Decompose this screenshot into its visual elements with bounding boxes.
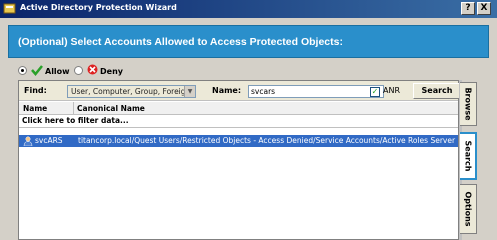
checkmark-icon <box>31 65 43 76</box>
help-button[interactable]: ? <box>461 2 475 15</box>
tab-browse-label: Browse <box>463 87 473 121</box>
search-button[interactable]: Search <box>413 83 461 99</box>
tab-options[interactable]: Options <box>460 184 477 234</box>
user-icon <box>23 136 33 146</box>
row-canonical-name: titancorp.local/Quest Users/Restricted O… <box>78 136 456 145</box>
anr-label: ANR <box>383 86 401 95</box>
column-separator[interactable] <box>73 102 74 115</box>
title-bar: Active Directory Protection Wizard ? X <box>0 0 497 18</box>
row-name: svcARS <box>35 136 63 145</box>
find-type-dropdown[interactable]: User, Computer, Group, Foreign ▼ <box>67 85 196 98</box>
column-header: Name Canonical Name <box>19 102 458 115</box>
deny-icon <box>87 64 98 75</box>
find-type-value: User, Computer, Group, Foreign <box>71 87 191 96</box>
column-canonical-name[interactable]: Canonical Name <box>77 104 145 113</box>
allow-label: Allow <box>45 67 70 76</box>
window-title: Active Directory Protection Wizard <box>20 3 177 12</box>
tab-options-label: Options <box>463 191 473 227</box>
filter-row[interactable]: Click here to filter data... <box>19 115 458 128</box>
banner-title: (Optional) Select Accounts Allowed to Ac… <box>18 36 343 48</box>
find-bar: Find: User, Computer, Group, Foreign ▼ N… <box>19 81 461 101</box>
name-label: Name: <box>212 86 242 95</box>
tab-search[interactable]: Search <box>460 132 477 180</box>
close-button[interactable]: X <box>477 2 491 15</box>
deny-label: Deny <box>100 67 123 76</box>
allow-radio[interactable] <box>18 66 27 75</box>
wizard-icon <box>3 3 16 14</box>
name-field[interactable] <box>248 85 384 98</box>
page-banner: (Optional) Select Accounts Allowed to Ac… <box>8 25 489 58</box>
tab-browse[interactable]: Browse <box>460 82 477 126</box>
filter-row-text: Click here to filter data... <box>22 116 129 125</box>
column-name[interactable]: Name <box>23 104 47 113</box>
chevron-down-icon[interactable]: ▼ <box>184 86 195 97</box>
tab-search-label: Search <box>463 140 472 172</box>
table-row[interactable]: svcARS titancorp.local/Quest Users/Restr… <box>19 135 458 147</box>
name-input[interactable] <box>251 86 381 97</box>
anr-checkbox[interactable]: ✓ <box>370 87 380 97</box>
find-label: Find: <box>24 86 47 95</box>
search-panel: Find: User, Computer, Group, Foreign ▼ N… <box>18 80 461 240</box>
deny-radio[interactable] <box>74 66 83 75</box>
